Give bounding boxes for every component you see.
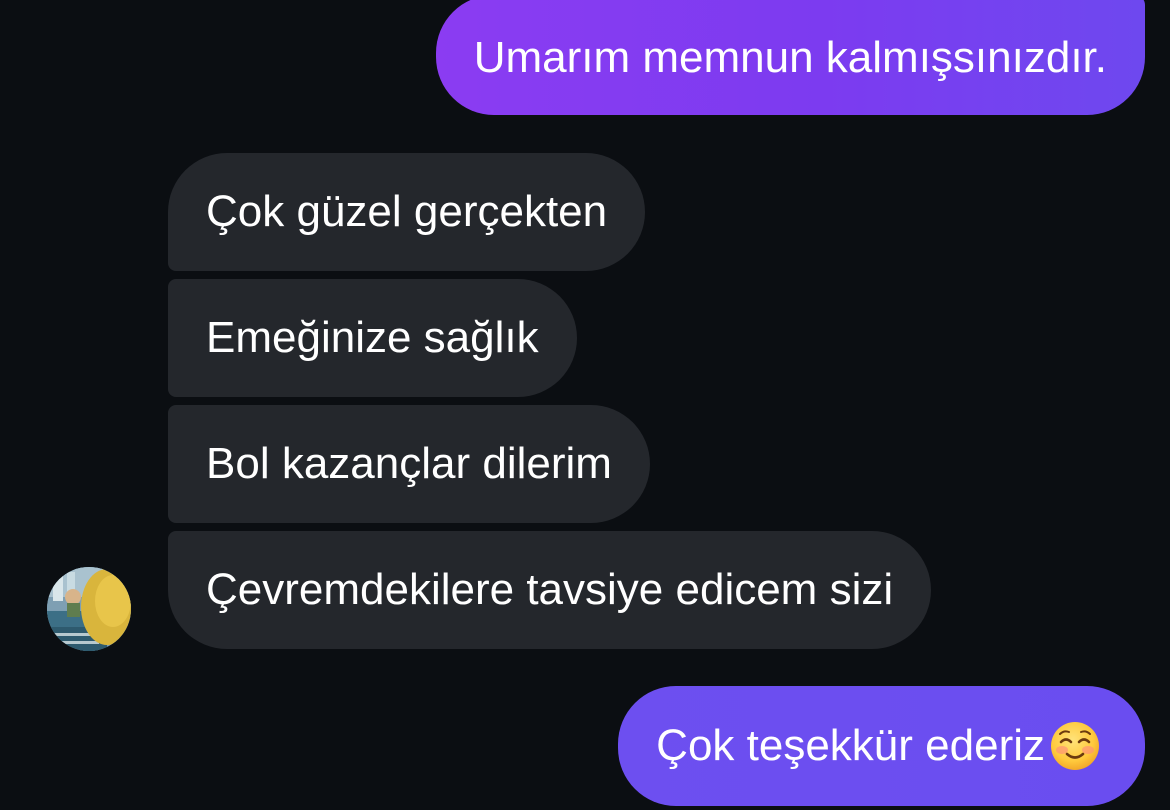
message-text: Çevremdekilere tavsiye edicem sizi: [206, 565, 894, 614]
message-text: Çok teşekkür ederiz: [656, 721, 1045, 770]
incoming-message[interactable]: Çok güzel gerçekten: [168, 153, 646, 271]
incoming-message[interactable]: Çevremdekilere tavsiye edicem sizi: [168, 531, 932, 649]
message-text: Çok güzel gerçekten: [206, 187, 608, 236]
message-text: Bol kazançlar dilerim: [206, 439, 612, 488]
outgoing-message[interactable]: Umarım memnun kalmışsınızdır.: [435, 0, 1145, 115]
chat-thread: Umarım memnun kalmışsınızdır. Çok güzel …: [0, 0, 1170, 810]
message-text: Umarım memnun kalmışsınızdır.: [473, 32, 1107, 82]
message-text: Emeğinize sağlık: [206, 313, 539, 362]
smiling-face-icon: [1051, 722, 1099, 770]
incoming-message[interactable]: Bol kazançlar dilerim: [168, 405, 650, 523]
contact-avatar[interactable]: [47, 567, 131, 651]
outgoing-message[interactable]: Çok teşekkür ederiz: [618, 686, 1145, 806]
incoming-message[interactable]: Emeğinize sağlık: [168, 279, 577, 397]
avatar-image: [47, 567, 131, 651]
